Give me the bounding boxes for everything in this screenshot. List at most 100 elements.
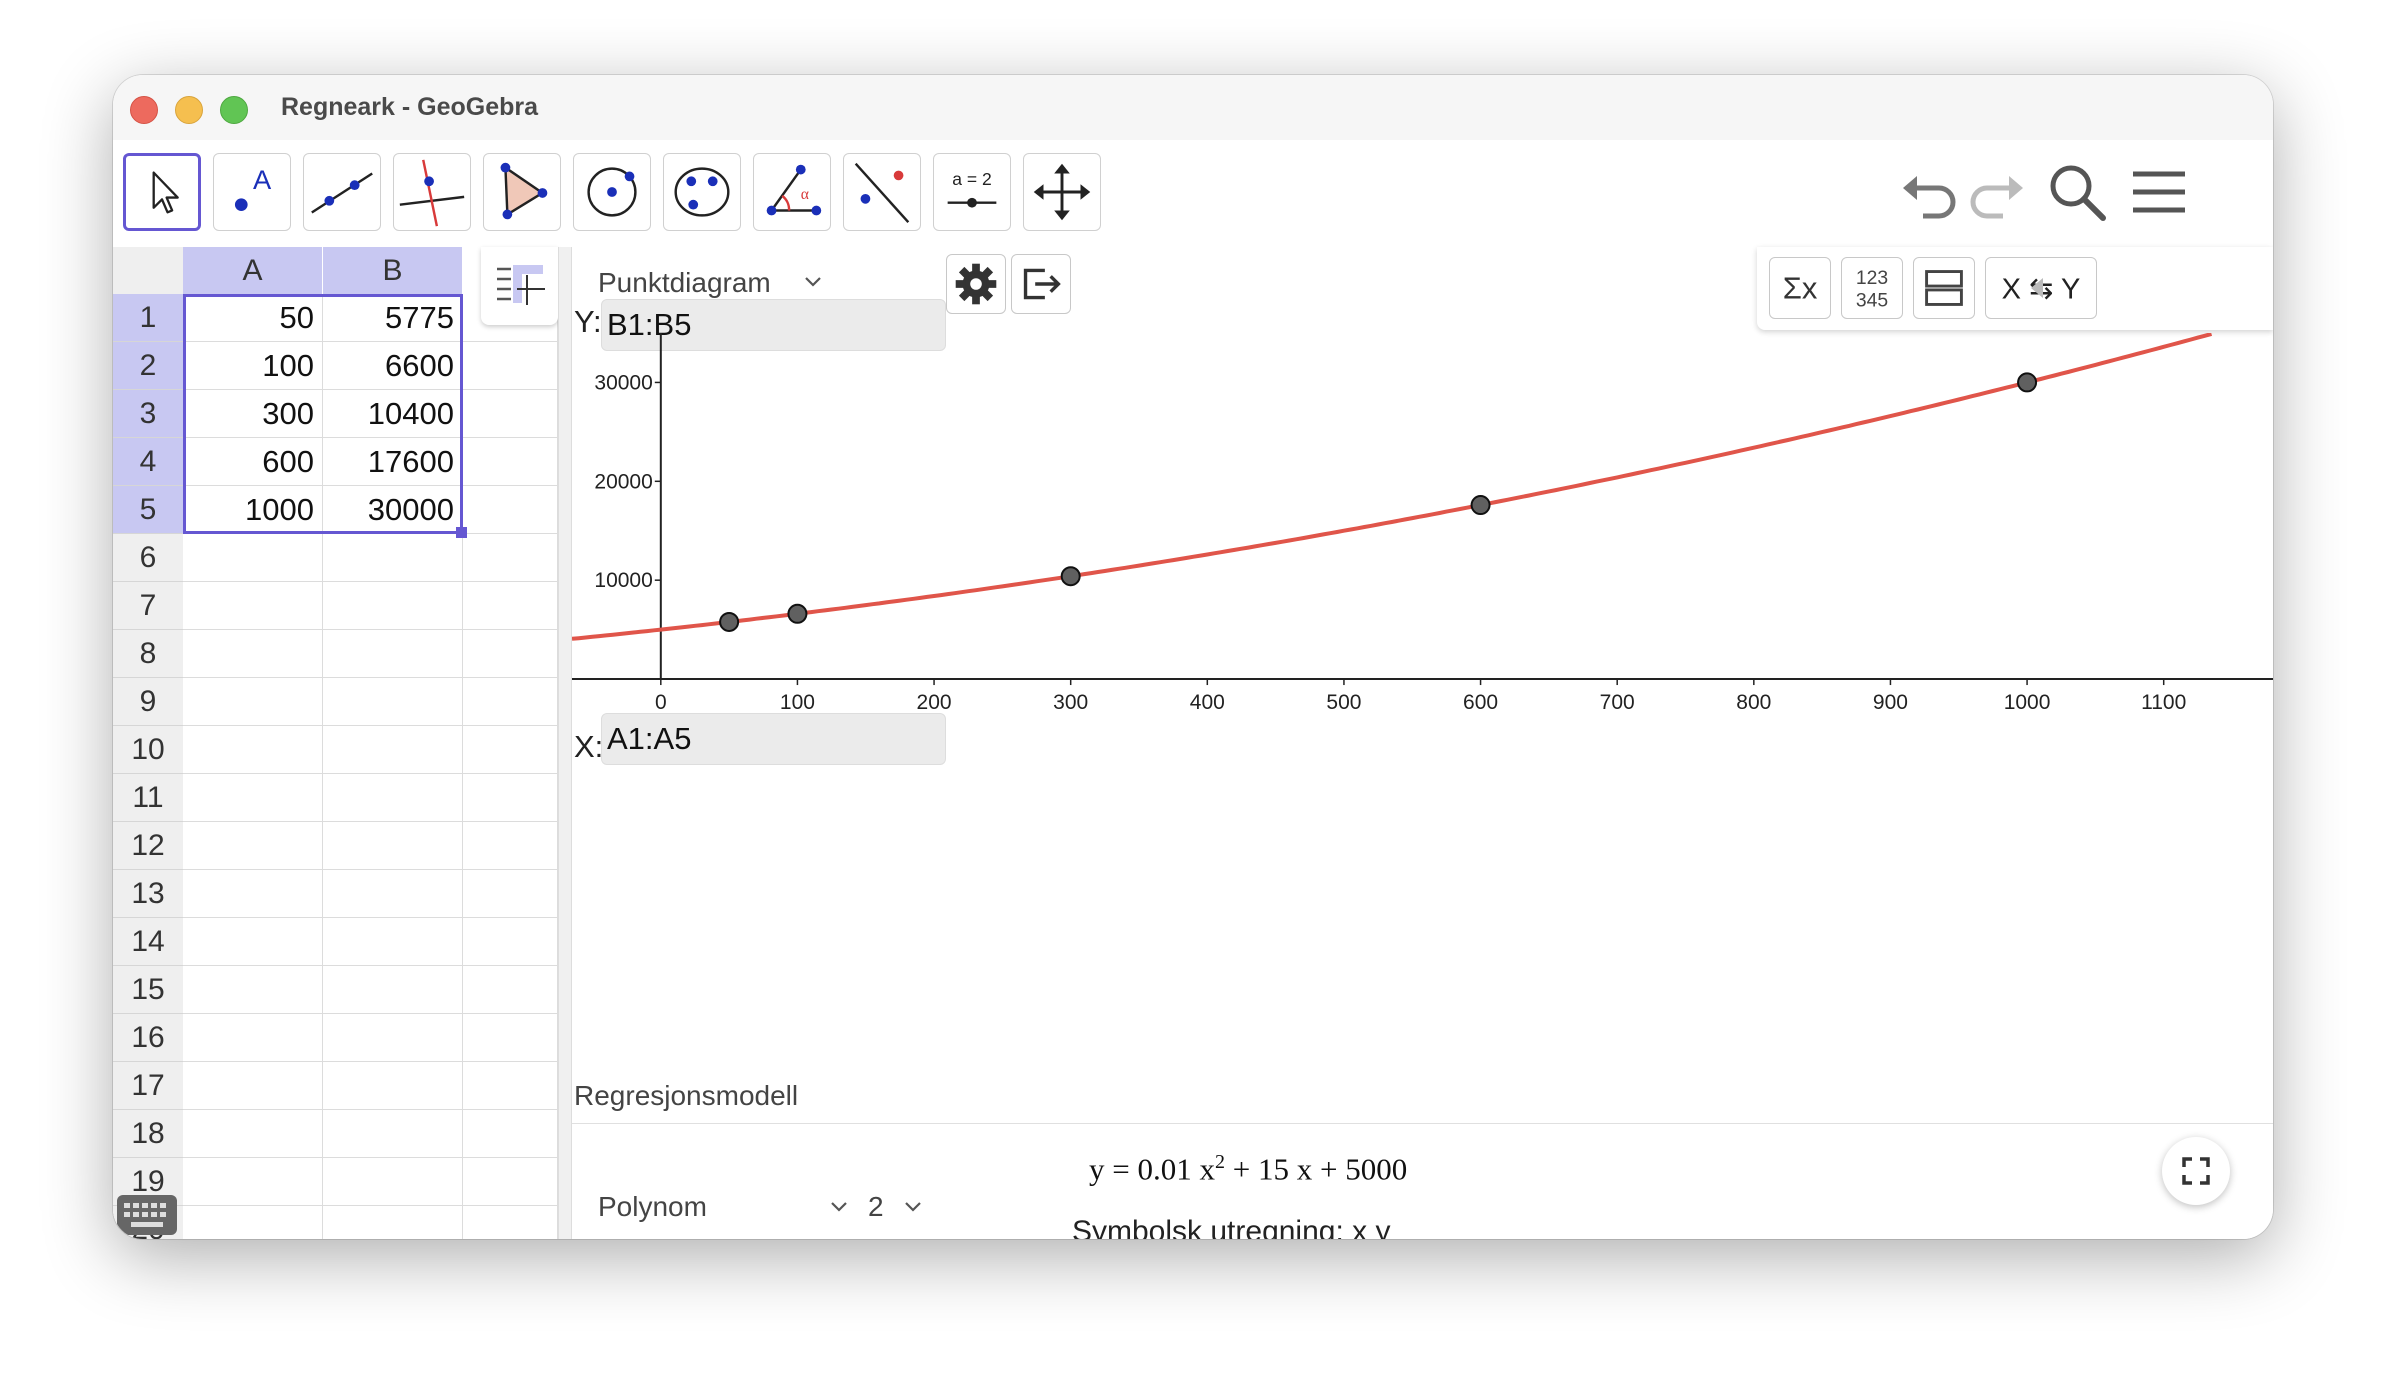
- cell[interactable]: [183, 1062, 323, 1110]
- data-point[interactable]: [719, 611, 740, 632]
- cell[interactable]: [183, 918, 323, 966]
- row-header-12[interactable]: 12: [113, 822, 183, 870]
- cell[interactable]: 30000: [323, 486, 463, 534]
- move-graphics-tool[interactable]: [1023, 153, 1101, 231]
- cell[interactable]: [183, 966, 323, 1014]
- cell[interactable]: [323, 726, 463, 774]
- spreadsheet-corner[interactable]: [113, 247, 183, 295]
- cell[interactable]: [183, 774, 323, 822]
- cell[interactable]: [183, 534, 323, 582]
- cell[interactable]: [463, 486, 558, 534]
- data-point[interactable]: [2017, 372, 2038, 393]
- cell[interactable]: [463, 582, 558, 630]
- fill-handle[interactable]: [456, 527, 467, 538]
- cell[interactable]: [323, 1062, 463, 1110]
- cell[interactable]: [323, 1014, 463, 1062]
- row-header-18[interactable]: 18: [113, 1110, 183, 1158]
- reflect-tool[interactable]: [843, 153, 921, 231]
- x-variable-field[interactable]: A1:A5: [601, 713, 946, 765]
- row-header-13[interactable]: 13: [113, 870, 183, 918]
- cell[interactable]: 10400: [323, 390, 463, 438]
- cell[interactable]: [183, 822, 323, 870]
- cell[interactable]: [323, 1110, 463, 1158]
- cell[interactable]: [463, 822, 558, 870]
- collapse-arrow-icon[interactable]: [2027, 275, 2047, 301]
- data-point[interactable]: [787, 603, 808, 624]
- chevron-down-icon[interactable]: [828, 1196, 850, 1218]
- cell[interactable]: 600: [183, 438, 323, 486]
- row-header-4[interactable]: 4: [113, 438, 183, 486]
- cell[interactable]: [463, 870, 558, 918]
- cell[interactable]: [323, 870, 463, 918]
- cell[interactable]: 300: [183, 390, 323, 438]
- cell[interactable]: [463, 1062, 558, 1110]
- point-tool[interactable]: A: [213, 153, 291, 231]
- row-header-5[interactable]: 5: [113, 486, 183, 534]
- cell[interactable]: [323, 630, 463, 678]
- column-header-b[interactable]: B: [323, 247, 463, 294]
- cell[interactable]: [323, 1206, 463, 1239]
- chevron-down-icon[interactable]: [802, 271, 824, 293]
- cell[interactable]: [463, 726, 558, 774]
- cell[interactable]: [183, 1158, 323, 1206]
- row-header-9[interactable]: 9: [113, 678, 183, 726]
- cell[interactable]: 1000: [183, 486, 323, 534]
- cell[interactable]: [323, 534, 463, 582]
- cell[interactable]: [323, 678, 463, 726]
- line-tool[interactable]: [303, 153, 381, 231]
- main-menu-button[interactable]: [2123, 158, 2193, 228]
- cell[interactable]: 100: [183, 342, 323, 390]
- row-header-10[interactable]: 10: [113, 726, 183, 774]
- cell[interactable]: [183, 726, 323, 774]
- cell[interactable]: [183, 582, 323, 630]
- cell[interactable]: [323, 582, 463, 630]
- cell[interactable]: 6600: [323, 342, 463, 390]
- cell[interactable]: 50: [183, 294, 323, 342]
- cell[interactable]: [463, 342, 558, 390]
- move-tool[interactable]: [123, 153, 201, 231]
- cell[interactable]: [323, 822, 463, 870]
- virtual-keyboard-button[interactable]: [117, 1195, 177, 1235]
- cell[interactable]: [463, 1110, 558, 1158]
- chevron-down-icon[interactable]: [902, 1196, 924, 1218]
- statistics-button[interactable]: Σx: [1769, 257, 1831, 319]
- circle-tool[interactable]: [573, 153, 651, 231]
- row-header-11[interactable]: 11: [113, 774, 183, 822]
- perpendicular-line-tool[interactable]: [393, 153, 471, 231]
- search-button[interactable]: [2043, 158, 2113, 228]
- redo-button[interactable]: [1963, 158, 2033, 228]
- cell[interactable]: [463, 918, 558, 966]
- export-button[interactable]: [1011, 254, 1071, 314]
- cell[interactable]: [463, 534, 558, 582]
- two-plots-button[interactable]: [1913, 257, 1975, 319]
- scatter-plot[interactable]: 0 100 200 300 400 500 600 700 800 900 1000 1100 1000…: [572, 333, 2273, 723]
- cell[interactable]: [463, 1158, 558, 1206]
- cell[interactable]: [463, 438, 558, 486]
- column-header-a[interactable]: A: [183, 247, 323, 294]
- row-header-3[interactable]: 3: [113, 390, 183, 438]
- row-header-17[interactable]: 17: [113, 1062, 183, 1110]
- fullscreen-button[interactable]: [2162, 1137, 2230, 1205]
- polygon-tool[interactable]: [483, 153, 561, 231]
- cell[interactable]: [463, 1014, 558, 1062]
- cell[interactable]: 5775: [323, 294, 463, 342]
- data-point[interactable]: [1470, 495, 1491, 516]
- cell[interactable]: [183, 1014, 323, 1062]
- slider-tool[interactable]: a = 2: [933, 153, 1011, 231]
- cell[interactable]: [183, 1206, 323, 1239]
- plot-settings-button[interactable]: [946, 254, 1006, 314]
- cell[interactable]: [323, 1158, 463, 1206]
- plot-type-select[interactable]: Punktdiagram: [598, 267, 771, 299]
- cell[interactable]: [323, 774, 463, 822]
- data-point[interactable]: [1060, 566, 1081, 587]
- cell[interactable]: [463, 390, 558, 438]
- cell[interactable]: [463, 774, 558, 822]
- conic-tool[interactable]: [663, 153, 741, 231]
- cell[interactable]: [463, 1206, 558, 1239]
- row-header-14[interactable]: 14: [113, 918, 183, 966]
- regression-model-select[interactable]: Polynom: [598, 1191, 707, 1223]
- cell[interactable]: [463, 678, 558, 726]
- row-header-15[interactable]: 15: [113, 966, 183, 1014]
- row-header-7[interactable]: 7: [113, 582, 183, 630]
- row-header-8[interactable]: 8: [113, 630, 183, 678]
